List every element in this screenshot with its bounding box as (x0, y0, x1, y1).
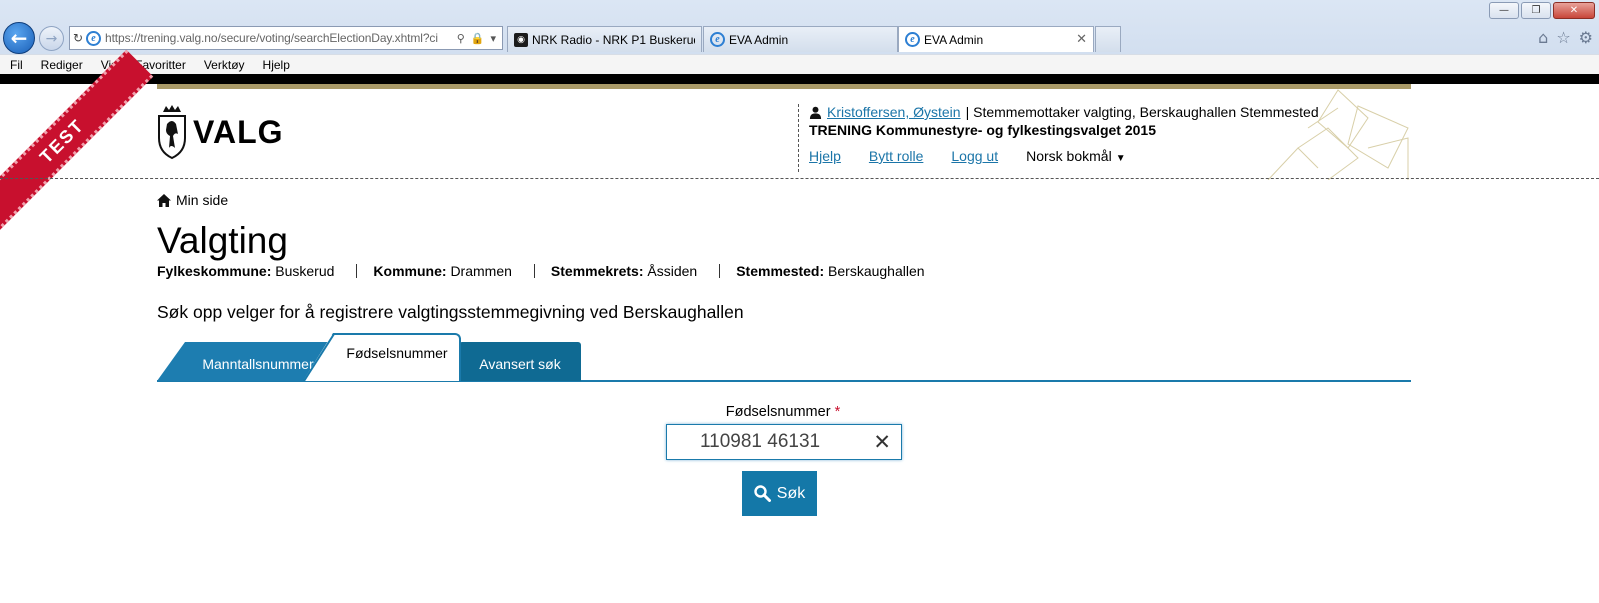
election-name: TRENING Kommunestyre- og fylkestingsvalg… (809, 122, 1156, 138)
search-tabs: Manntallsnummer Avansert søk Fødselsnumm… (157, 333, 1411, 383)
help-link[interactable]: Hjelp (809, 148, 841, 164)
new-tab-button[interactable] (1095, 26, 1121, 52)
browser-tab-nrk[interactable]: ◉ NRK Radio - NRK P1 Buskerud ... (507, 26, 702, 52)
info-key: Stemmested: (736, 263, 825, 279)
browser-chrome: — ❐ ✕ ← → ↻ e https://trening.valg.no/se… (0, 0, 1599, 74)
clear-icon[interactable]: ✕ (873, 432, 891, 453)
home-icon (157, 193, 171, 207)
menu-bar: Fil Rediger Vis Favoritter Verktøy Hjelp (0, 54, 1599, 74)
info-value: Drammen (450, 263, 512, 279)
header-divider (0, 178, 1599, 179)
menu-help[interactable]: Hjelp (253, 58, 298, 72)
address-icons: ⚲ 🔒 ▾ (451, 32, 502, 45)
tab-avansert-sok[interactable]: Avansert søk (459, 342, 581, 381)
tab-label: Fødselsnummer (346, 345, 448, 361)
menu-tools[interactable]: Verktøy (194, 58, 253, 72)
required-mark: * (834, 404, 841, 420)
info-value: Åssiden (647, 263, 698, 279)
info-value: Berskaughallen (828, 263, 925, 279)
settings-gear-icon[interactable]: ⚙ (1579, 28, 1593, 47)
info-fylkeskommune: Fylkeskommune: Buskerud (157, 263, 358, 279)
tab-label: EVA Admin (924, 32, 984, 47)
magnifier-icon (754, 485, 771, 502)
decorative-pattern (1267, 89, 1409, 180)
address-text[interactable]: https://trening.valg.no/secure/voting/se… (105, 31, 451, 45)
user-name-link[interactable]: Kristoffersen, Øystein (827, 104, 961, 120)
user-panel: Kristoffersen, Øystein | Stemmemottaker … (798, 104, 1319, 172)
dropdown-icon[interactable]: ▾ (490, 32, 496, 45)
breadcrumb[interactable]: Min side (157, 192, 228, 208)
ie-tab-icon: e (710, 32, 725, 47)
switch-role-link[interactable]: Bytt rolle (869, 148, 923, 164)
info-value: Buskerud (275, 263, 335, 279)
lock-icon[interactable]: 🔒 (471, 32, 485, 45)
search-icon[interactable]: ⚲ (457, 32, 465, 45)
radio-icon: ◉ (514, 32, 528, 47)
fodselsnummer-label: Fødselsnummer * (666, 404, 900, 420)
logout-link[interactable]: Logg ut (951, 148, 998, 164)
browser-tab-eva-1[interactable]: e EVA Admin (703, 26, 898, 52)
home-browser-icon[interactable]: ⌂ (1538, 28, 1548, 47)
fodselsnummer-input[interactable] (667, 431, 857, 453)
page-content: TEST VALG Kristoffersen, Øystein | Stemm… (0, 49, 1599, 603)
search-instruction: Søk opp velger for å registrere valgting… (157, 302, 744, 322)
page-top-strip (0, 74, 1599, 84)
close-tab-icon[interactable]: ✕ (1076, 32, 1087, 47)
menu-file[interactable]: Fil (0, 58, 31, 72)
valg-logo[interactable]: VALG (157, 104, 284, 160)
info-stemmested: Stemmested: Berskaughallen (736, 264, 946, 278)
info-stemmekrets: Stemmekrets: Åssiden (550, 263, 721, 279)
breadcrumb-label: Min side (176, 192, 229, 208)
coat-of-arms-icon (158, 105, 186, 160)
tab-label: Manntallsnummer (202, 355, 314, 372)
header-gold-line (157, 84, 1411, 89)
forward-button[interactable]: → (39, 26, 64, 51)
user-icon (809, 106, 822, 119)
ie-page-icon: e (86, 30, 101, 46)
language-label: Norsk bokmål (1026, 148, 1112, 164)
ie-tab-icon: e (905, 32, 920, 47)
tab-label: EVA Admin (729, 32, 789, 47)
logo-text: VALG (193, 113, 284, 150)
field-label-text: Fødselsnummer (725, 404, 831, 420)
tab-label: NRK Radio - NRK P1 Buskerud ... (532, 32, 695, 47)
address-bar[interactable]: ↻ e https://trening.valg.no/secure/votin… (69, 26, 503, 50)
language-select[interactable]: Norsk bokmål ▼ (1026, 148, 1126, 164)
info-key: Fylkeskommune: (157, 263, 272, 279)
info-kommune: Kommune: Drammen (373, 263, 535, 279)
close-window-button[interactable]: ✕ (1553, 2, 1595, 19)
info-key: Kommune: (373, 263, 447, 279)
window-controls: — ❐ ✕ (1489, 2, 1595, 19)
search-button-label: Søk (776, 484, 806, 502)
user-actions: Hjelp Bytt rolle Logg ut Norsk bokmål ▼ (809, 148, 1319, 164)
caret-down-icon: ▼ (1115, 153, 1126, 164)
favorites-star-icon[interactable]: ☆ (1556, 28, 1570, 47)
navigation-row: ← → ↻ e https://trening.valg.no/secure/v… (0, 22, 1599, 54)
user-line: Kristoffersen, Øystein | Stemmemottaker … (809, 104, 1319, 120)
info-key: Stemmekrets: (550, 263, 644, 279)
minimize-button[interactable]: — (1489, 2, 1519, 19)
toolbar-icons: ⌂ ☆ ⚙ (1538, 28, 1593, 47)
tab-slant-border (303, 333, 335, 381)
info-bar: Fylkeskommune: Buskerud Kommune: Drammen… (157, 264, 963, 278)
back-button[interactable]: ← (3, 22, 35, 54)
browser-tab-eva-2[interactable]: e EVA Admin ✕ (898, 26, 1094, 52)
page-title: Valgting (157, 220, 288, 261)
search-button[interactable]: Søk (742, 471, 817, 516)
tab-label: Avansert søk (479, 355, 561, 372)
menu-edit[interactable]: Rediger (31, 58, 91, 72)
restore-button[interactable]: ❐ (1521, 2, 1551, 19)
refresh-icon[interactable]: ↻ (70, 31, 86, 45)
fodselsnummer-field[interactable]: ✕ (666, 424, 902, 460)
